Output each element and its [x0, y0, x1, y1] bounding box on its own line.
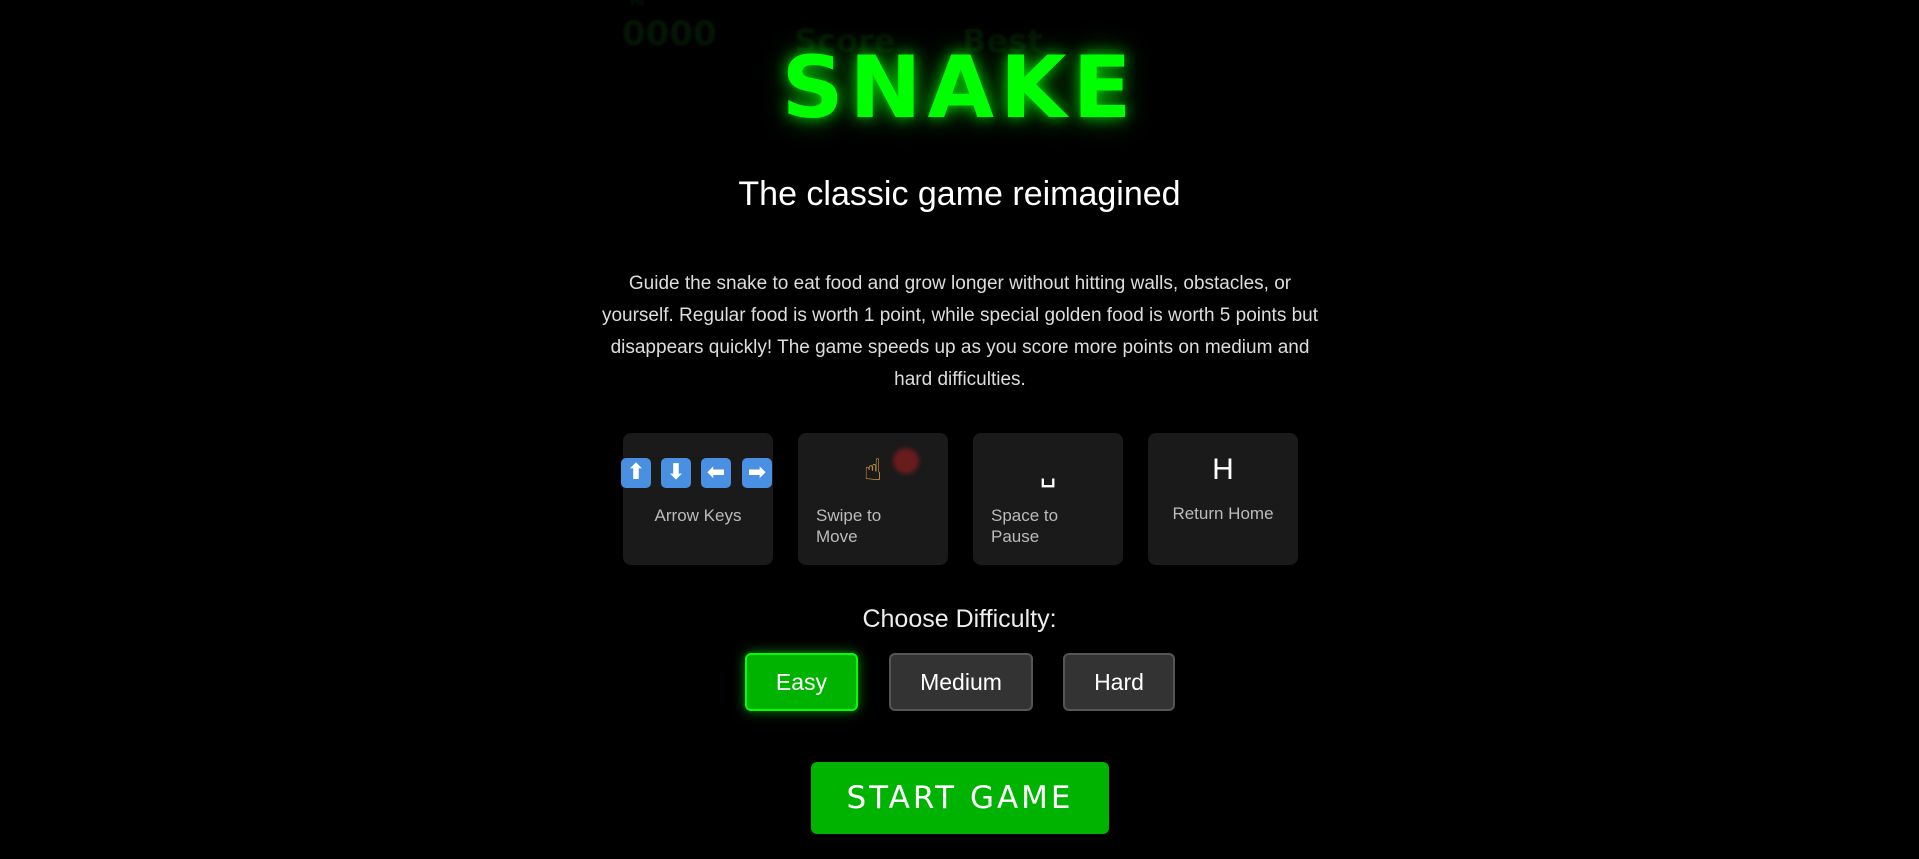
control-label-pause: Space to Pause [991, 506, 1059, 546]
control-label-home: Return Home [1172, 504, 1274, 523]
difficulty-medium-button[interactable]: Medium [889, 653, 1033, 711]
arrow-left-icon: ⬅ [701, 458, 731, 488]
game-subtitle: The classic game reimagined [738, 175, 1181, 213]
arrow-up-icon: ⬆ [621, 458, 651, 488]
arrow-down-icon: ⬇ [661, 458, 691, 488]
control-label-arrow-keys: Arrow Keys [654, 506, 742, 525]
game-menu-screen: HI 0000 Score Best SNAKE The classic gam… [0, 0, 1919, 859]
difficulty-easy-button[interactable]: Easy [745, 653, 858, 711]
control-card-swipe: ☝ Swipe to Move [798, 433, 948, 565]
space-key-icon: ␣ [1039, 455, 1057, 488]
arrow-right-icon: ➡ [742, 458, 772, 488]
game-title: SNAKE [781, 38, 1138, 138]
control-card-arrow-keys: ⬆ ⬇ ⬅ ➡ Arrow Keys [621, 433, 775, 565]
control-card-home: H Return Home [1148, 433, 1298, 565]
arrow-keys-icon: ⬆ ⬇ ⬅ ➡ [621, 458, 775, 490]
pointing-hand-icon: ☝ [863, 453, 883, 488]
difficulty-label: Choose Difficulty: [862, 605, 1057, 633]
control-card-pause: ␣ Space to Pause [973, 433, 1123, 565]
start-game-button[interactable]: START GAME [811, 762, 1109, 834]
game-description: Guide the snake to eat food and grow lon… [601, 273, 1319, 390]
background-hi-label: HI [630, 0, 645, 8]
controls-panel: ⬆ ⬇ ⬅ ➡ Arrow Keys ☝ Swipe to Move ␣ Spa… [621, 433, 1298, 566]
control-label-swipe: Swipe to Move [816, 506, 882, 546]
h-key-icon: H [1212, 453, 1234, 486]
difficulty-hard-button[interactable]: Hard [1063, 653, 1175, 711]
